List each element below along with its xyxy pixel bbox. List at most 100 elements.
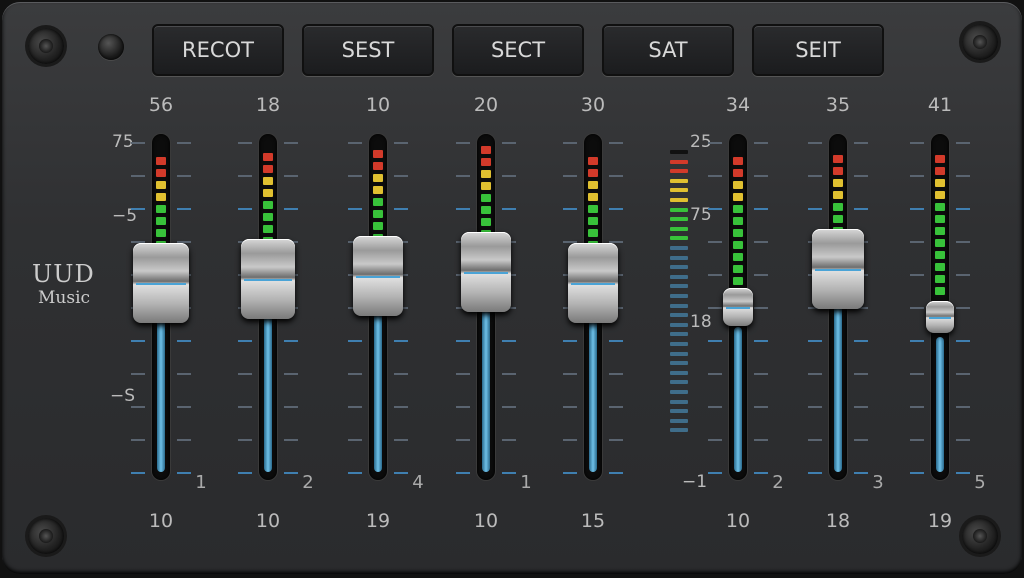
mode-button[interactable]: SAT	[602, 24, 734, 76]
scale-tick	[956, 142, 970, 144]
meter-segment	[670, 428, 688, 433]
channel-bottom-value: 10	[148, 510, 174, 532]
meter-segment	[670, 294, 688, 298]
scale-tick	[456, 439, 470, 441]
channel-top-value: 30	[580, 94, 606, 116]
scale-tick	[854, 208, 868, 210]
meter-segment	[670, 361, 688, 366]
channel-number: 1	[520, 472, 532, 493]
scale-tick	[956, 373, 970, 375]
meter-segment	[833, 202, 843, 211]
meter-segment	[481, 170, 491, 179]
scale-tick	[284, 472, 298, 474]
channel-number: 2	[302, 472, 314, 493]
scale-tick	[708, 208, 722, 210]
fader-knob[interactable]	[133, 242, 189, 323]
meter-segment	[935, 179, 945, 188]
channel-top-value: 41	[927, 94, 953, 116]
scale-tick	[910, 373, 924, 375]
fader-fill	[157, 302, 165, 472]
scale-tick	[502, 142, 516, 144]
scale-tick	[563, 175, 577, 177]
channel-top-value: 18	[255, 94, 281, 116]
scale-tick	[754, 175, 768, 177]
fader-knob[interactable]	[812, 228, 864, 309]
channel-bottom-value: 10	[473, 510, 499, 532]
scale-tick	[708, 439, 722, 441]
scale-tick	[609, 142, 623, 144]
scale-tick	[808, 406, 822, 408]
channel-bottom-value: 19	[365, 510, 391, 532]
scale-tick	[854, 472, 868, 474]
scale-tick	[808, 439, 822, 441]
meter-segment	[588, 180, 598, 189]
meter-segment	[670, 274, 688, 279]
channel-top-value: 20	[473, 94, 499, 116]
fader-fill	[589, 302, 597, 472]
scale-tick	[910, 340, 924, 342]
scale-tick	[284, 175, 298, 177]
screw-icon	[962, 24, 998, 60]
scale-tick	[502, 373, 516, 375]
scale-tick	[754, 373, 768, 375]
fader-fill	[834, 288, 842, 472]
meter-segment	[481, 218, 491, 227]
fader-knob[interactable]	[568, 242, 618, 323]
meter-segment	[670, 265, 688, 270]
fader-knob[interactable]	[353, 235, 403, 316]
meter-segment	[156, 204, 166, 213]
scale-tick	[177, 472, 191, 474]
scale-tick	[238, 142, 252, 144]
scale-tick	[956, 307, 970, 309]
meter-segment	[670, 159, 688, 164]
scale-tick	[754, 307, 768, 309]
meter-segment	[588, 204, 598, 213]
scale-tick	[456, 175, 470, 177]
scale-tick	[563, 142, 577, 144]
fader-knob[interactable]	[723, 288, 753, 326]
scale-tick	[910, 241, 924, 243]
scale-tick	[754, 406, 768, 408]
meter-segment	[670, 322, 688, 327]
mode-button[interactable]: SECT	[452, 24, 584, 76]
scale-tick	[284, 208, 298, 210]
scale-tick	[131, 472, 145, 474]
scale-tick	[284, 373, 298, 375]
channel-number: 4	[412, 472, 424, 493]
meter-segment	[670, 418, 688, 423]
scale-tick	[956, 175, 970, 177]
scale-tick	[563, 340, 577, 342]
meter-segment	[935, 215, 945, 224]
meter-segment	[588, 228, 598, 237]
channel-number: 5	[974, 472, 986, 493]
fader-knob[interactable]	[461, 232, 511, 313]
meter-segment	[588, 216, 598, 225]
scale-tick	[754, 472, 768, 474]
fader-knob[interactable]	[926, 301, 954, 334]
meter-segment	[935, 203, 945, 212]
logo-text: UUD	[32, 260, 95, 288]
scale-tick	[956, 208, 970, 210]
mode-button[interactable]: SEIT	[752, 24, 884, 76]
meter-segment	[935, 155, 945, 164]
mode-button[interactable]: SEST	[302, 24, 434, 76]
scale-tick	[563, 472, 577, 474]
scale-tick	[563, 406, 577, 408]
fader-knob[interactable]	[241, 239, 295, 320]
scale-tick	[563, 373, 577, 375]
meter-segment	[670, 370, 688, 375]
meter-segment	[733, 265, 743, 273]
meter-segment	[733, 277, 743, 285]
fader-fill	[482, 292, 490, 472]
scale-label: −1	[682, 472, 708, 492]
scale-label: 18	[690, 312, 712, 332]
channel-top-value: 56	[148, 94, 174, 116]
scale-tick	[502, 406, 516, 408]
fader-fill	[264, 299, 272, 472]
scale-tick	[708, 307, 722, 309]
scale-tick	[609, 439, 623, 441]
scale-tick	[238, 406, 252, 408]
mode-button[interactable]: RECOT	[152, 24, 284, 76]
scale-tick	[238, 373, 252, 375]
meter-segment	[670, 207, 688, 212]
